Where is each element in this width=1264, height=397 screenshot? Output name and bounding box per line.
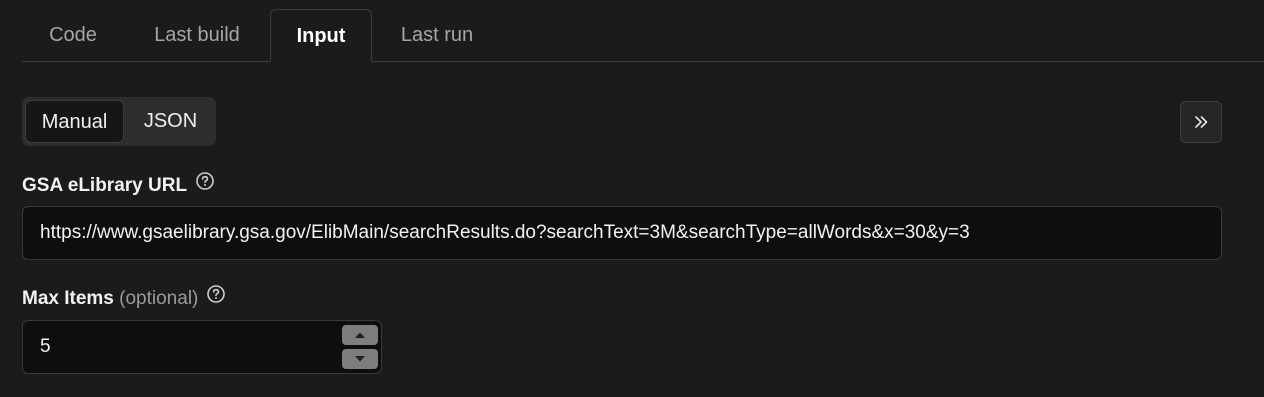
url-field-label: GSA eLibrary URL <box>22 171 215 198</box>
help-circle-icon[interactable] <box>195 171 215 198</box>
max-items-field-label: Max Items (optional) <box>22 284 226 311</box>
url-label-text: GSA eLibrary URL <box>22 175 188 197</box>
url-input[interactable]: https://www.gsaelibrary.gsa.gov/ElibMain… <box>22 206 1222 260</box>
chevrons-right-icon <box>1195 116 1208 128</box>
tab-bar: Code Last build Input Last run <box>22 9 1264 62</box>
increment-button[interactable] <box>342 325 378 345</box>
mode-toggle: Manual JSON <box>22 97 216 146</box>
quantity-stepper <box>342 325 378 369</box>
help-circle-icon[interactable] <box>206 284 226 311</box>
tab-last-run[interactable]: Last run <box>396 9 478 62</box>
optional-note: (optional) <box>119 288 199 310</box>
json-mode-button[interactable]: JSON <box>128 100 213 143</box>
manual-mode-button[interactable]: Manual <box>25 100 124 143</box>
collapse-panel-button[interactable] <box>1180 101 1222 143</box>
triangle-down-icon <box>355 356 365 362</box>
tab-input[interactable]: Input <box>270 9 372 62</box>
max-items-input[interactable] <box>22 320 382 374</box>
decrement-button[interactable] <box>342 349 378 369</box>
tab-last-build[interactable]: Last build <box>148 9 246 62</box>
max-items-label-text: Max Items <box>22 288 114 310</box>
triangle-up-icon <box>355 332 365 338</box>
input-panel: Code Last build Input Last run Manual JS… <box>0 0 1264 397</box>
tab-code[interactable]: Code <box>46 9 100 62</box>
